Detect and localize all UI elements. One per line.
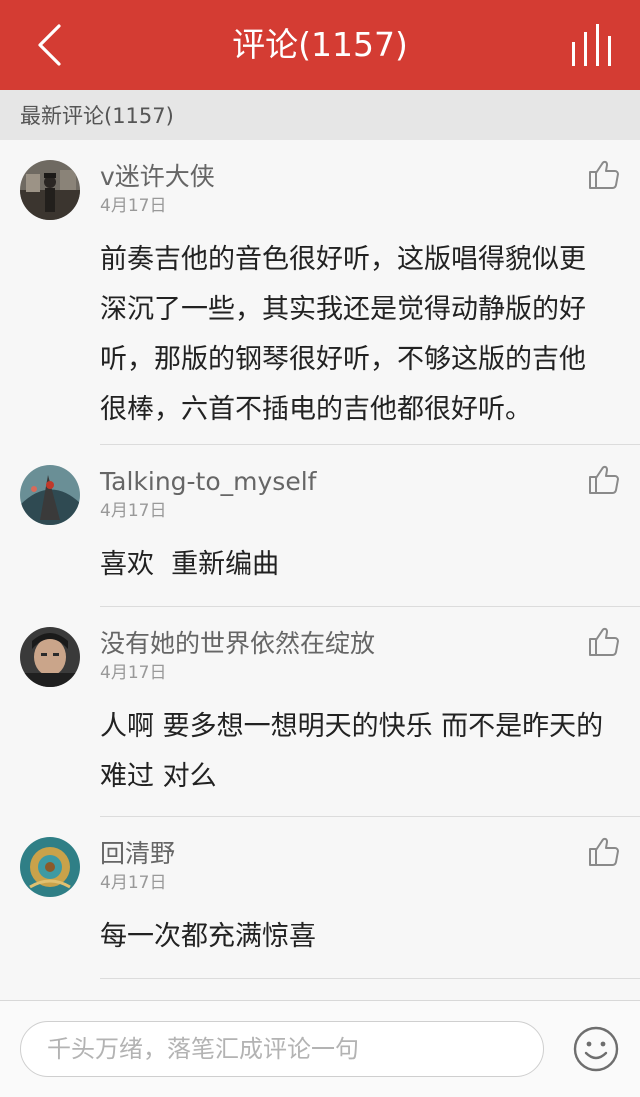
comment-text: 每一次都充满惊喜 (100, 921, 316, 952)
avatar[interactable] (20, 627, 80, 687)
comment-list[interactable]: v迷许大侠 4月17日 前奏吉他的音色很好听，这版唱得貌似更深沉了一些，其实我还… (0, 140, 640, 1000)
username[interactable]: 回清野 (100, 837, 175, 871)
comment-item: v迷许大侠 4月17日 前奏吉他的音色很好听，这版唱得貌似更深沉了一些，其实我还… (0, 140, 640, 445)
comment-text: 喜欢 重新编曲 (100, 549, 280, 580)
divider (100, 978, 640, 979)
section-header: 最新评论(1157) (0, 90, 640, 140)
comment-date: 4月17日 (100, 196, 167, 216)
comment-date: 4月17日 (100, 501, 167, 521)
avatar[interactable] (20, 837, 80, 897)
comment-date: 4月17日 (100, 873, 167, 893)
comment-input-bar: 千头万绪，落笔汇成评论一句 (0, 1000, 640, 1097)
top-bar: 评论(1157) (0, 0, 640, 90)
thumbs-up-icon[interactable] (586, 461, 622, 497)
username[interactable]: 没有她的世界依然在绽放 (100, 627, 375, 661)
thumbs-up-icon[interactable] (586, 623, 622, 659)
comment-item: 没有她的世界依然在绽放 4月17日 人啊 要多想一想明天的快乐 而不是昨天的难过… (0, 607, 640, 817)
comment-text: 人啊 要多想一想明天的快乐 而不是昨天的难过 对么 (100, 711, 604, 792)
thumbs-up-icon[interactable] (586, 156, 622, 192)
avatar[interactable] (20, 160, 80, 220)
bar-chart-icon[interactable] (570, 22, 616, 68)
username[interactable]: Talking-to_myself (100, 465, 316, 499)
thumbs-up-icon[interactable] (586, 833, 622, 869)
comment-date: 4月17日 (100, 663, 167, 683)
comment-text: 前奏吉他的音色很好听，这版唱得貌似更深沉了一些，其实我还是觉得动静版的好听，那版… (100, 244, 586, 425)
comment-input[interactable]: 千头万绪，落笔汇成评论一句 (20, 1021, 544, 1077)
username[interactable]: v迷许大侠 (100, 160, 215, 194)
smiley-icon[interactable] (572, 1025, 620, 1073)
comment-item: 回清野 4月17日 每一次都充满惊喜 (0, 817, 640, 979)
avatar[interactable] (20, 465, 80, 525)
page-title: 评论(1157) (232, 25, 408, 64)
comment-item: Talking-to_myself 4月17日 喜欢 重新编曲 (0, 445, 640, 607)
